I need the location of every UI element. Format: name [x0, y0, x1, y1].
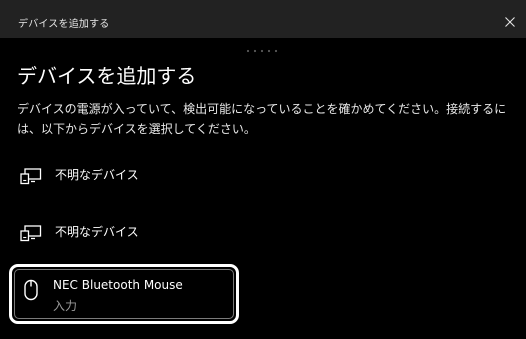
device-item-unknown-1[interactable]: 不明なデバイス [14, 158, 514, 192]
device-item-unknown-2[interactable]: 不明なデバイス [14, 215, 514, 249]
close-button[interactable] [500, 12, 520, 32]
title-bar[interactable]: デバイスを追加する [0, 0, 526, 38]
close-icon [505, 17, 515, 27]
unknown-device-icon [20, 224, 42, 242]
device-name: 不明なデバイス [55, 168, 139, 182]
device-name: NEC Bluetooth Mouse [53, 278, 183, 292]
device-type: 入力 [53, 299, 78, 313]
window-title: デバイスを追加する [18, 19, 110, 30]
unknown-device-icon [20, 167, 42, 185]
add-device-dialog: デバイスを追加する デバイスを追加する デバイスの電源が入っていて、検出可能にな… [0, 0, 526, 339]
device-name: 不明なデバイス [55, 225, 139, 239]
focus-inner-border [14, 269, 234, 319]
mouse-icon [23, 279, 39, 301]
page-title: デバイスを追加する [17, 64, 197, 88]
drag-handle-icon[interactable] [245, 39, 281, 53]
instructions-text: デバイスの電源が入っていて、検出可能になっていることを確かめてください。接続する… [17, 102, 507, 136]
device-item-nec-bluetooth-mouse[interactable]: NEC Bluetooth Mouse 入力 [9, 264, 239, 324]
